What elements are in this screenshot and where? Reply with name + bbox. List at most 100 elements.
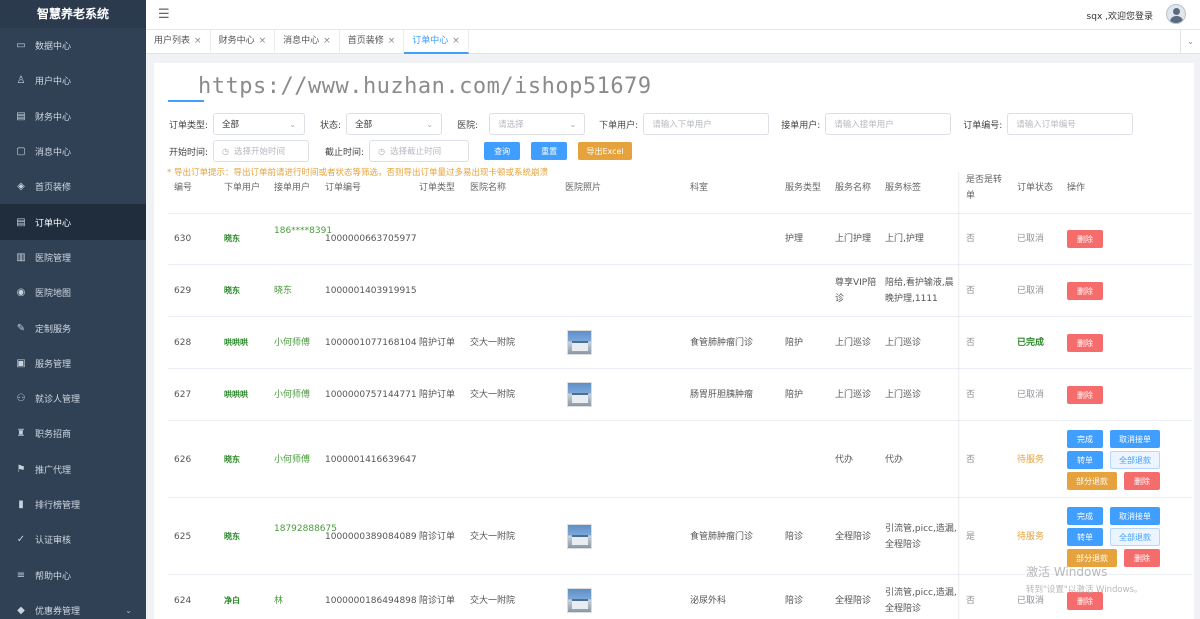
sidebar-item-2[interactable]: ♙ 用户中心 — [0, 63, 146, 98]
order-number: 1000000757144771 — [325, 390, 417, 400]
sidebar-item-8[interactable]: ◉ 医院地图 — [0, 275, 146, 310]
delete-button[interactable]: 删除 — [1067, 334, 1103, 352]
hospital-photo[interactable] — [567, 588, 592, 613]
chevron-down-icon[interactable]: ⌄ — [1180, 30, 1200, 54]
sidebar-item-6[interactable]: ▤ 订单中心 — [0, 204, 146, 240]
table-row: 630 晓东 186****8391 1000000663705977 护理 上门护理 上门… — [168, 213, 1192, 265]
transfer-button[interactable]: 转单 — [1067, 451, 1103, 469]
service-type: 陪诊 — [785, 532, 804, 542]
order-user: 哄哄哄 — [224, 390, 248, 399]
close-icon[interactable]: × — [452, 36, 460, 46]
column-header: 操作 — [1067, 183, 1086, 193]
tab-3[interactable]: 消息中心 × — [275, 30, 340, 54]
sidebar-item-3[interactable]: ▤ 财务中心 — [0, 99, 146, 134]
sidebar-item-label: 消息中心 — [35, 148, 72, 159]
hospital-photo[interactable] — [567, 524, 592, 549]
tab-label: 订单中心 — [412, 36, 449, 46]
service-name: 代办 — [835, 455, 854, 465]
complete-button[interactable]: 完成 — [1067, 507, 1103, 525]
sidebar-item-11[interactable]: ⚇ 就诊人管理 — [0, 381, 146, 416]
close-icon[interactable]: × — [323, 36, 331, 46]
service-name: 全程陪诊 — [835, 532, 872, 542]
order-number: 1000000663705977 — [325, 234, 417, 244]
avatar[interactable] — [1166, 4, 1186, 24]
sidebar-item-17[interactable]: ◆ 优惠券管理 ⌄ — [0, 593, 146, 619]
export-excel-button[interactable]: 导出Excel — [578, 142, 633, 160]
order-id: 628 — [174, 338, 192, 348]
reset-button[interactable]: 重置 — [531, 142, 568, 160]
query-button[interactable]: 查询 — [484, 142, 521, 160]
close-icon[interactable]: × — [194, 36, 202, 46]
tab-2[interactable]: 财务中心 × — [211, 30, 276, 54]
service-type: 陪护 — [785, 338, 804, 348]
hospital-name: 交大一附院 — [470, 390, 516, 400]
menu-toggle-icon[interactable]: ☰ — [158, 7, 170, 22]
sidebar-item-9[interactable]: ✎ 定制服务 — [0, 310, 146, 345]
tab-4[interactable]: 首页装修 × — [340, 30, 405, 54]
location-icon: ◉ — [16, 287, 26, 299]
column-header: 医院名称 — [470, 183, 507, 193]
service-name: 全程陪诊 — [835, 596, 872, 606]
sidebar-item-7[interactable]: ▥ 医院管理 — [0, 240, 146, 275]
complete-button[interactable]: 完成 — [1067, 430, 1103, 448]
order-user-input[interactable]: 请输入下单用户 — [643, 113, 770, 135]
transfer-flag: 否 — [966, 455, 976, 465]
hospital-select[interactable]: 请选择 ⌄ — [489, 113, 586, 135]
delete-button[interactable]: 删除 — [1067, 282, 1103, 300]
status-label: 状态: — [320, 120, 342, 131]
end-time-placeholder: 选择截止时间 — [390, 147, 442, 157]
status-select[interactable]: 全部 ⌄ — [346, 113, 443, 135]
full-refund-button[interactable]: 全部退款 — [1110, 451, 1160, 469]
sidebar-item-16[interactable]: ≡ 帮助中心 — [0, 557, 146, 592]
taker-input[interactable]: 请输入接单用户 — [825, 113, 952, 135]
order-status: 已取消 — [1017, 596, 1045, 606]
service-type: 陪护 — [785, 390, 804, 400]
sidebar-item-label: 订单中心 — [35, 218, 72, 229]
close-icon[interactable]: × — [259, 36, 267, 46]
order-user: 晓东 — [224, 286, 240, 295]
chevron-down-icon: ⌄ — [125, 605, 132, 615]
hospital-photo[interactable] — [567, 382, 592, 407]
sidebar-item-label: 财务中心 — [35, 112, 72, 123]
service-name: 上门护理 — [835, 234, 872, 244]
order-type-select[interactable]: 全部 ⌄ — [213, 113, 306, 135]
delete-button[interactable]: 删除 — [1124, 472, 1160, 490]
sidebar-item-14[interactable]: ▮ 排行榜管理 — [0, 487, 146, 522]
hospital-name: 交大一附院 — [470, 596, 516, 606]
delete-button[interactable]: 删除 — [1067, 386, 1103, 404]
tab-5[interactable]: 订单中心 × — [404, 30, 469, 54]
cancel-take-button[interactable]: 取消接单 — [1110, 430, 1160, 448]
order-user: 晓东 — [224, 455, 240, 464]
sidebar-item-12[interactable]: ♜ 职务招商 — [0, 416, 146, 451]
transfer-button[interactable]: 转单 — [1067, 528, 1103, 546]
sidebar-item-10[interactable]: ▣ 服务管理 — [0, 346, 146, 381]
table-row: 626 晓东 小何师傅 1000001416639647 代办 代办 否 待服务 完成 取消接单转… — [168, 421, 1192, 498]
tab-1[interactable]: 用户列表 × — [146, 30, 211, 54]
sidebar-item-5[interactable]: ◈ 首页装修 — [0, 169, 146, 204]
sidebar-item-13[interactable]: ⚑ 推广代理 — [0, 452, 146, 487]
partial-refund-button[interactable]: 部分退款 — [1067, 472, 1117, 490]
sidebar-item-4[interactable]: ▢ 消息中心 — [0, 134, 146, 169]
service-tags: 陪给,看护输液,晨晚护理,1111 — [885, 278, 954, 304]
full-refund-button[interactable]: 全部退款 — [1110, 528, 1160, 546]
cancel-take-button[interactable]: 取消接单 — [1110, 507, 1160, 525]
taker-user: 晓东 — [274, 286, 293, 296]
transfer-flag: 否 — [966, 234, 976, 244]
share-icon: ⚑ — [16, 463, 26, 475]
sidebar-item-label: 医院管理 — [35, 253, 72, 264]
order-no-input[interactable]: 请输入订单编号 — [1007, 113, 1134, 135]
sidebar-item-1[interactable]: ▭ 数据中心 — [0, 28, 146, 63]
service-type: 护理 — [785, 234, 804, 244]
transfer-flag: 否 — [966, 286, 976, 296]
start-time-picker[interactable]: ◷ 选择开始时间 — [213, 140, 310, 162]
end-time-picker[interactable]: ◷ 选择截止时间 — [369, 140, 470, 162]
order-no-label: 订单编号: — [963, 120, 1003, 131]
delete-button[interactable]: 删除 — [1067, 230, 1103, 248]
sidebar-item-15[interactable]: ✓ 认证审核 — [0, 522, 146, 557]
hospital-photo[interactable] — [567, 330, 592, 355]
transfer-flag: 是 — [966, 532, 976, 542]
activation-title: 激活 Windows — [1026, 565, 1108, 579]
column-header: 订单类型 — [419, 183, 456, 193]
order-type-value: 全部 — [222, 120, 240, 130]
close-icon[interactable]: × — [388, 36, 396, 46]
